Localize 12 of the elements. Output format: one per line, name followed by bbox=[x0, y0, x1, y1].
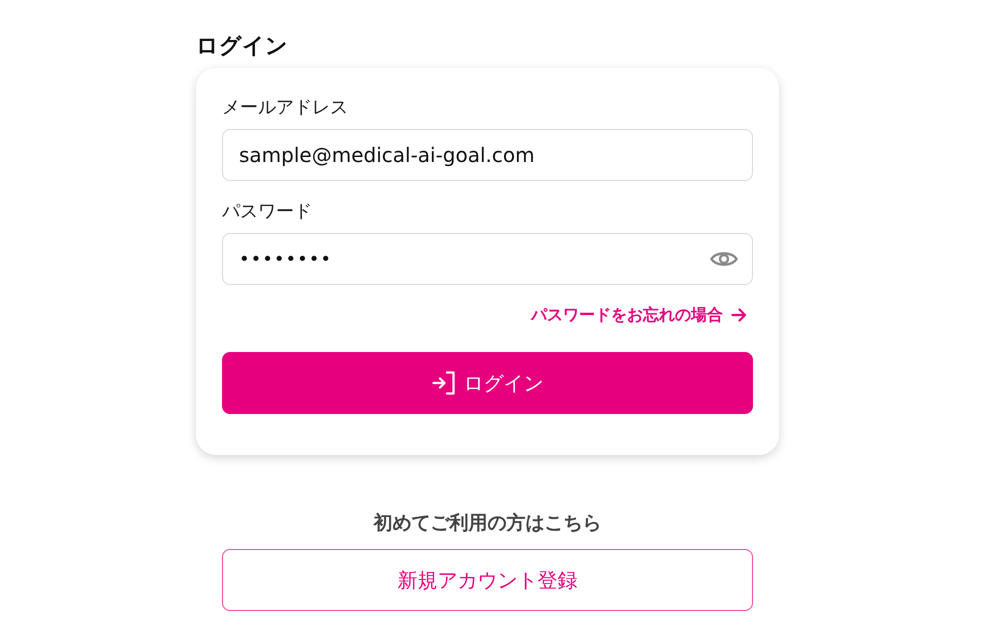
login-heading: ログイン bbox=[196, 33, 288, 61]
email-label: メールアドレス bbox=[222, 96, 348, 120]
email-field[interactable]: sample@medical-ai-goal.com bbox=[222, 129, 753, 181]
show-password-icon[interactable] bbox=[710, 249, 738, 269]
arrow-right-icon bbox=[731, 307, 747, 323]
forgot-password-link[interactable]: パスワードをお忘れの場合 bbox=[531, 304, 747, 326]
first-time-prompt: 初めてご利用の方はこちら bbox=[374, 511, 602, 536]
password-field[interactable]: •••••••• bbox=[222, 233, 753, 285]
login-button[interactable]: ログイン bbox=[222, 352, 753, 414]
signup-button[interactable]: 新規アカウント登録 bbox=[222, 549, 753, 611]
password-label: パスワード bbox=[222, 200, 312, 224]
login-icon bbox=[432, 371, 456, 395]
